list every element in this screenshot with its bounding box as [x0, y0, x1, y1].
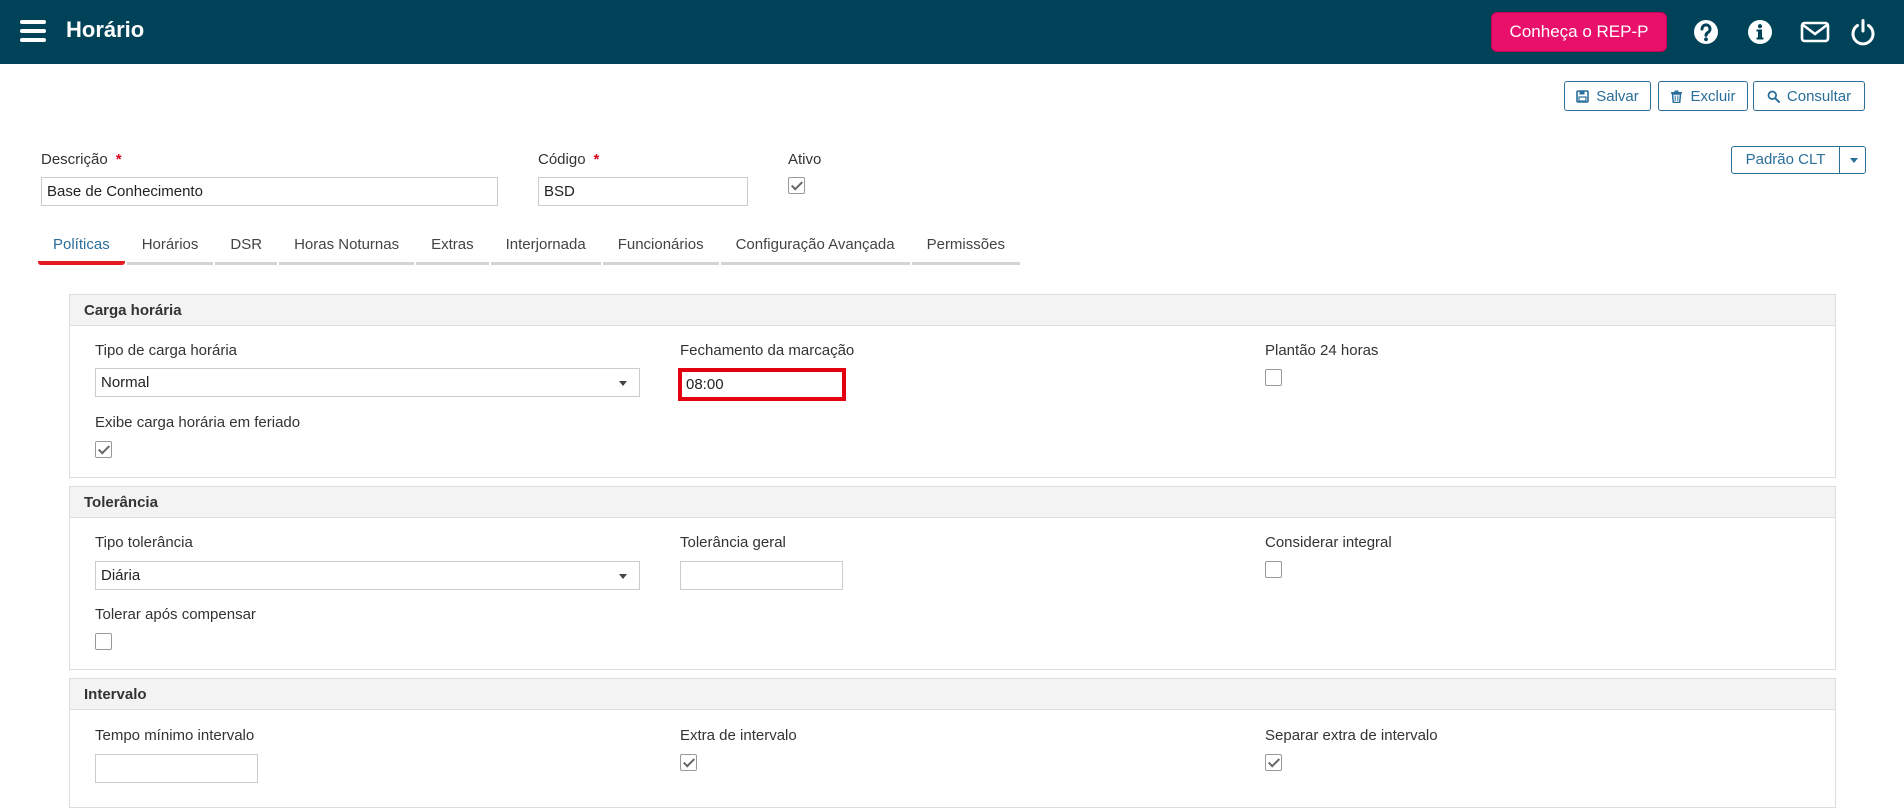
tab-extras[interactable]: Extras: [416, 229, 489, 265]
delete-button[interactable]: Excluir: [1658, 81, 1748, 111]
save-button[interactable]: Salvar: [1564, 81, 1651, 111]
tipo-tolerancia-label: Tipo tolerância: [95, 534, 193, 551]
tab-horarios[interactable]: Horários: [126, 229, 214, 265]
tipo-tolerancia-value: Diária: [101, 567, 141, 584]
extra-intervalo-label: Extra de intervalo: [680, 727, 797, 744]
tolerar-compensar-checkbox[interactable]: [95, 633, 112, 650]
tempo-minimo-label: Tempo mínimo intervalo: [95, 727, 255, 744]
tolerancia-geral-input[interactable]: [680, 561, 843, 590]
ativo-label: Ativo: [788, 151, 822, 168]
intervalo-panel: Intervalo Tempo mínimo intervalo Extra d…: [69, 678, 1836, 808]
mail-icon[interactable]: [1799, 17, 1831, 47]
required-mark: *: [593, 151, 600, 168]
tab-funcionarios[interactable]: Funcionários: [602, 229, 719, 265]
codigo-input[interactable]: BSD: [538, 177, 748, 206]
plantao-label: Plantão 24 horas: [1265, 342, 1379, 359]
tempo-minimo-input[interactable]: [95, 754, 258, 783]
rep-p-button[interactable]: Conheça o REP-P: [1491, 12, 1667, 52]
trash-icon: [1671, 90, 1683, 103]
tab-configuracao-avancada[interactable]: Configuração Avançada: [720, 229, 910, 265]
fechamento-input[interactable]: 08:00: [678, 368, 846, 401]
search-label: Consultar: [1786, 87, 1852, 105]
tolerancia-title: Tolerância: [70, 487, 1835, 518]
search-button[interactable]: Consultar: [1753, 81, 1865, 111]
delete-label: Excluir: [1690, 87, 1736, 105]
tipo-carga-label: Tipo de carga horária: [95, 342, 238, 359]
save-label: Salvar: [1596, 87, 1639, 105]
carga-horaria-panel: Carga horária Tipo de carga horária Norm…: [69, 294, 1836, 478]
tab-dsr[interactable]: DSR: [215, 229, 278, 265]
template-select[interactable]: Padrão CLT: [1731, 146, 1866, 174]
tab-bar: Políticas Horários DSR Horas Noturnas Ex…: [38, 229, 1022, 265]
intervalo-title: Intervalo: [70, 679, 1835, 710]
tab-politicas[interactable]: Políticas: [38, 229, 125, 265]
exibe-feriado-checkbox[interactable]: [95, 441, 112, 458]
tipo-carga-value: Normal: [101, 374, 150, 391]
plantao-checkbox[interactable]: [1265, 369, 1282, 386]
save-icon: [1576, 89, 1590, 103]
descricao-label: Descrição *: [41, 151, 122, 168]
carga-horaria-title: Carga horária: [70, 295, 1835, 326]
codigo-label: Código *: [538, 151, 600, 168]
tolerar-compensar-label: Tolerar após compensar: [95, 606, 256, 623]
caret-down-icon: [619, 574, 627, 579]
search-icon: [1767, 90, 1780, 103]
fechamento-label: Fechamento da marcação: [680, 342, 855, 359]
extra-intervalo-checkbox[interactable]: [680, 754, 697, 771]
template-select-label: Padrão CLT: [1732, 147, 1840, 173]
tab-horas-noturnas[interactable]: Horas Noturnas: [279, 229, 415, 265]
tipo-tolerancia-select[interactable]: Diária: [95, 561, 640, 590]
chevron-down-icon[interactable]: [1840, 147, 1865, 173]
caret-down-icon: [619, 381, 627, 386]
separar-extra-label: Separar extra de intervalo: [1265, 727, 1438, 744]
considerar-integral-checkbox[interactable]: [1265, 561, 1282, 578]
considerar-integral-label: Considerar integral: [1265, 534, 1392, 551]
page-title: Horário: [66, 17, 145, 42]
tab-interjornada[interactable]: Interjornada: [490, 229, 601, 265]
descricao-input[interactable]: Base de Conhecimento: [41, 177, 498, 206]
tolerancia-geral-label: Tolerância geral: [680, 534, 786, 551]
tab-permissoes[interactable]: Permissões: [911, 229, 1020, 265]
help-icon[interactable]: [1691, 17, 1721, 47]
separar-extra-checkbox[interactable]: [1265, 754, 1282, 771]
top-bar: Horário Conheça o REP-P: [0, 0, 1904, 64]
ativo-checkbox[interactable]: [788, 177, 805, 194]
power-icon[interactable]: [1848, 17, 1878, 47]
required-mark: *: [115, 151, 122, 168]
exibe-feriado-label: Exibe carga horária em feriado: [95, 414, 301, 431]
tolerancia-panel: Tolerância Tipo tolerância Diária Tolerâ…: [69, 486, 1836, 670]
tipo-carga-select[interactable]: Normal: [95, 368, 640, 397]
hamburger-menu-icon[interactable]: [20, 20, 46, 42]
info-icon[interactable]: [1745, 17, 1775, 47]
